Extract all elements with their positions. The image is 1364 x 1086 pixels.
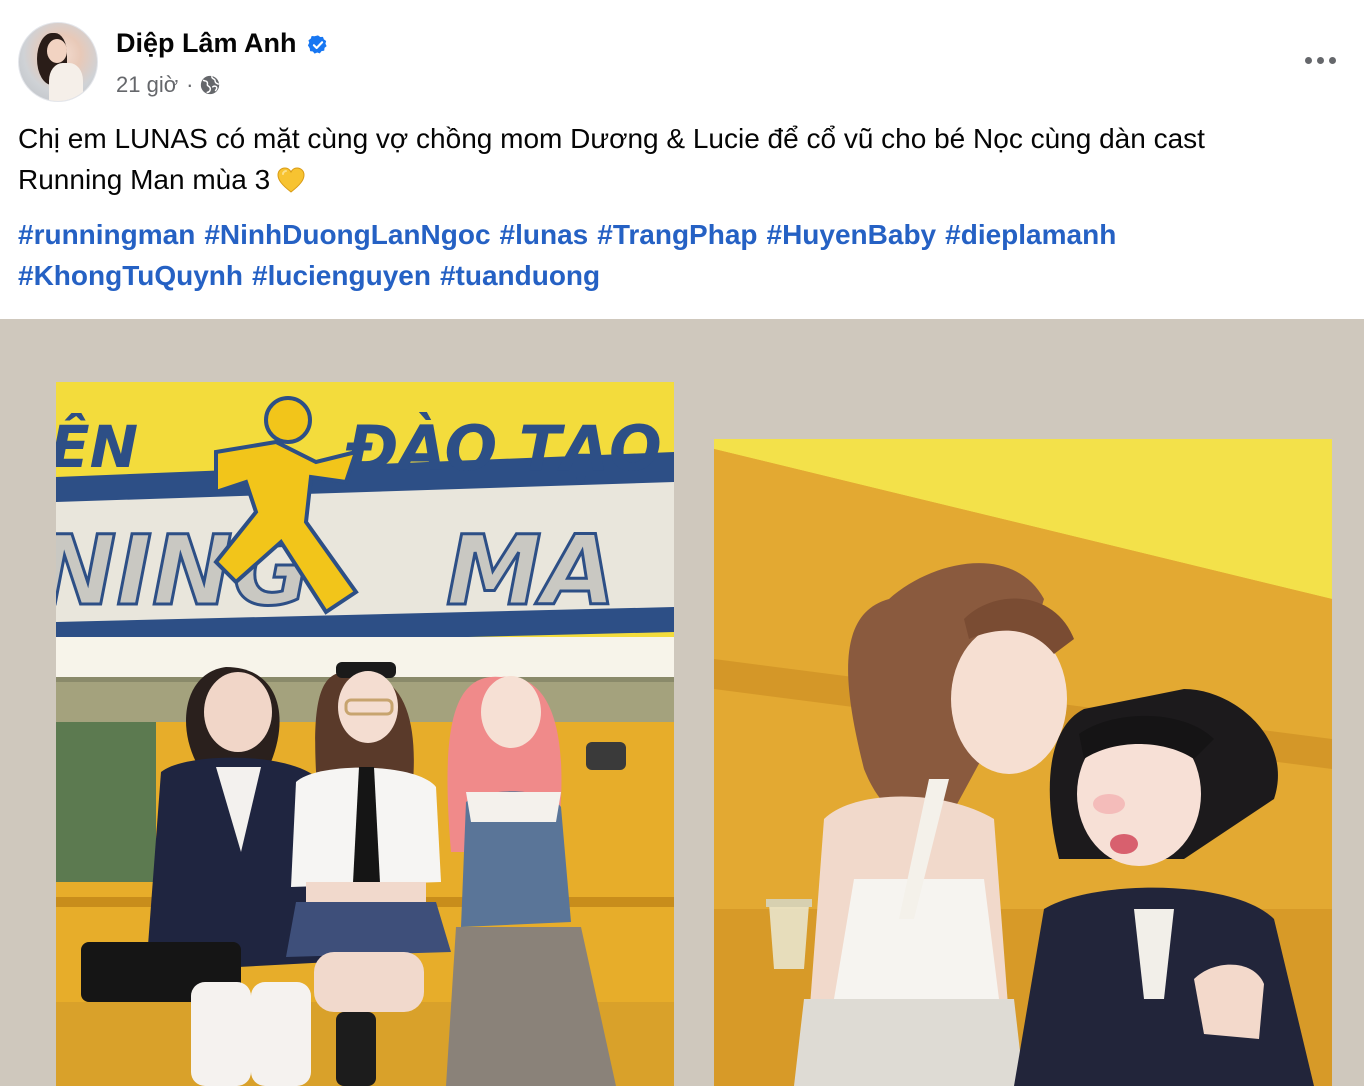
author-avatar[interactable] — [18, 22, 98, 102]
post-text-line-1: Chị em LUNAS có mặt cùng vợ chồng mom Dư… — [18, 123, 1205, 154]
globe-icon[interactable] — [199, 74, 221, 96]
more-options-icon[interactable] — [1296, 42, 1344, 78]
post-meta: 21 giờ · — [116, 72, 221, 98]
facebook-post: Diệp Lâm Anh 21 giờ · Chị em LUNAS có mặ… — [0, 0, 1364, 1086]
sign-text-4: MA — [446, 515, 616, 627]
meta-separator: · — [186, 72, 194, 97]
post-text-line-2: Running Man mùa 3 — [18, 159, 1338, 200]
hashtag-link[interactable]: #NinhDuongLanNgoc — [204, 219, 490, 250]
hashtag-link[interactable]: #dieplamanh — [945, 219, 1116, 250]
hashtag-link[interactable]: #lucienguyen — [252, 260, 431, 291]
post-text-line-2-text: Running Man mùa 3 — [18, 164, 271, 195]
photo-1-scene: ÊN ĐÀO TẠO NING MA — [56, 382, 674, 1086]
hashtag-link[interactable]: #HuyenBaby — [767, 219, 937, 250]
hashtag-link[interactable]: #TrangPhap — [597, 219, 757, 250]
hashtag-link[interactable]: #runningman — [18, 219, 195, 250]
post-photo-1[interactable]: ÊN ĐÀO TẠO NING MA — [56, 382, 674, 1086]
hashtag-row-2: #KhongTuQuynh #lucienguyen #tuanduong — [18, 255, 1338, 296]
hashtag-link[interactable]: #tuanduong — [440, 260, 600, 291]
sign-text-1: ÊN — [56, 412, 138, 481]
verified-badge-icon — [307, 34, 327, 54]
author-name[interactable]: Diệp Lâm Anh — [116, 28, 297, 59]
author-name-row: Diệp Lâm Anh — [116, 28, 329, 59]
hashtags: #runningman #NinhDuongLanNgoc #lunas #Trang… — [18, 214, 1338, 296]
post-media: ÊN ĐÀO TẠO NING MA — [0, 319, 1364, 1086]
hashtag-link[interactable]: #lunas — [500, 219, 589, 250]
yellow-heart-icon — [277, 167, 305, 193]
photo-2-scene — [714, 439, 1332, 1086]
hashtag-link[interactable]: #KhongTuQuynh — [18, 260, 243, 291]
hashtag-row-1: #runningman #NinhDuongLanNgoc #lunas #Trang… — [18, 214, 1338, 255]
post-text: Chị em LUNAS có mặt cùng vợ chồng mom Dư… — [18, 118, 1338, 200]
post-photo-2[interactable] — [714, 439, 1332, 1086]
post-time[interactable]: 21 giờ — [116, 72, 178, 98]
sign-text-2: ĐÀO TẠO — [345, 412, 662, 485]
